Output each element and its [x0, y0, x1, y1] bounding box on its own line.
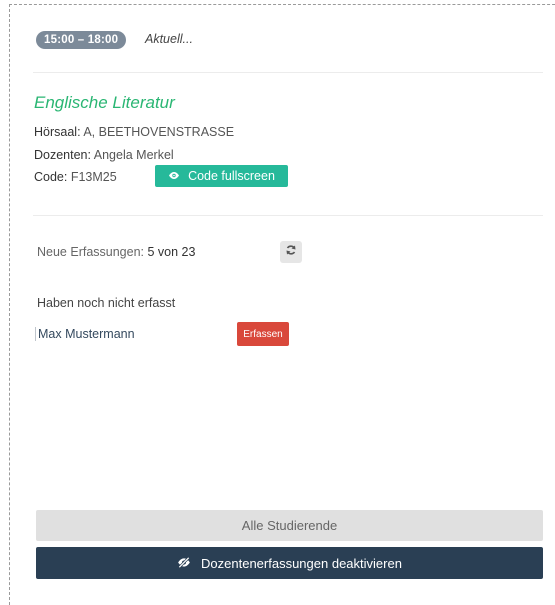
deactivate-lecturer-capture-button[interactable]: Dozentenerfassungen deaktivieren [36, 547, 543, 579]
refresh-button[interactable] [280, 241, 302, 263]
room-info: Hörsaal: A, BEETHOVENSTRASSE [34, 125, 234, 139]
code-info: Code: F13M25 [34, 170, 117, 184]
capture-counter: Neue Erfassungen: 5 von 23 [37, 245, 195, 259]
list-item: Max Mustermann Erfassen [35, 322, 295, 346]
divider [33, 215, 543, 216]
status-text: Aktuell... [145, 32, 193, 46]
divider [33, 72, 543, 73]
lecturer-value: Angela Merkel [90, 148, 174, 162]
counter-label: Neue Erfassungen: [37, 245, 148, 259]
course-title: Englische Literatur [34, 93, 175, 112]
deactivate-label: Dozentenerfassungen deaktivieren [201, 555, 402, 571]
code-value: F13M25 [67, 170, 117, 184]
code-fullscreen-button[interactable]: Code fullscreen [155, 165, 288, 187]
time-badge: 15:00 – 18:00 [36, 31, 127, 49]
room-label: Hörsaal: [34, 125, 81, 139]
counter-value: 5 von 23 [147, 245, 196, 259]
erfassen-button[interactable]: Erfassen [237, 322, 289, 346]
lecturer-label: Dozenten: [34, 148, 91, 162]
room-value: A, BEETHOVENSTRASSE [80, 125, 235, 139]
lecturer-info: Dozenten: Angela Merkel [34, 148, 174, 162]
all-students-button[interactable]: Alle Studierende [36, 510, 543, 541]
code-fullscreen-label: Code fullscreen [188, 169, 275, 183]
refresh-icon [285, 243, 297, 261]
student-name: Max Mustermann [35, 327, 135, 341]
eye-icon [168, 169, 180, 183]
eye-slash-icon [177, 556, 191, 571]
not-captured-heading: Haben noch nicht erfasst [37, 296, 176, 310]
code-label: Code: [34, 170, 68, 184]
